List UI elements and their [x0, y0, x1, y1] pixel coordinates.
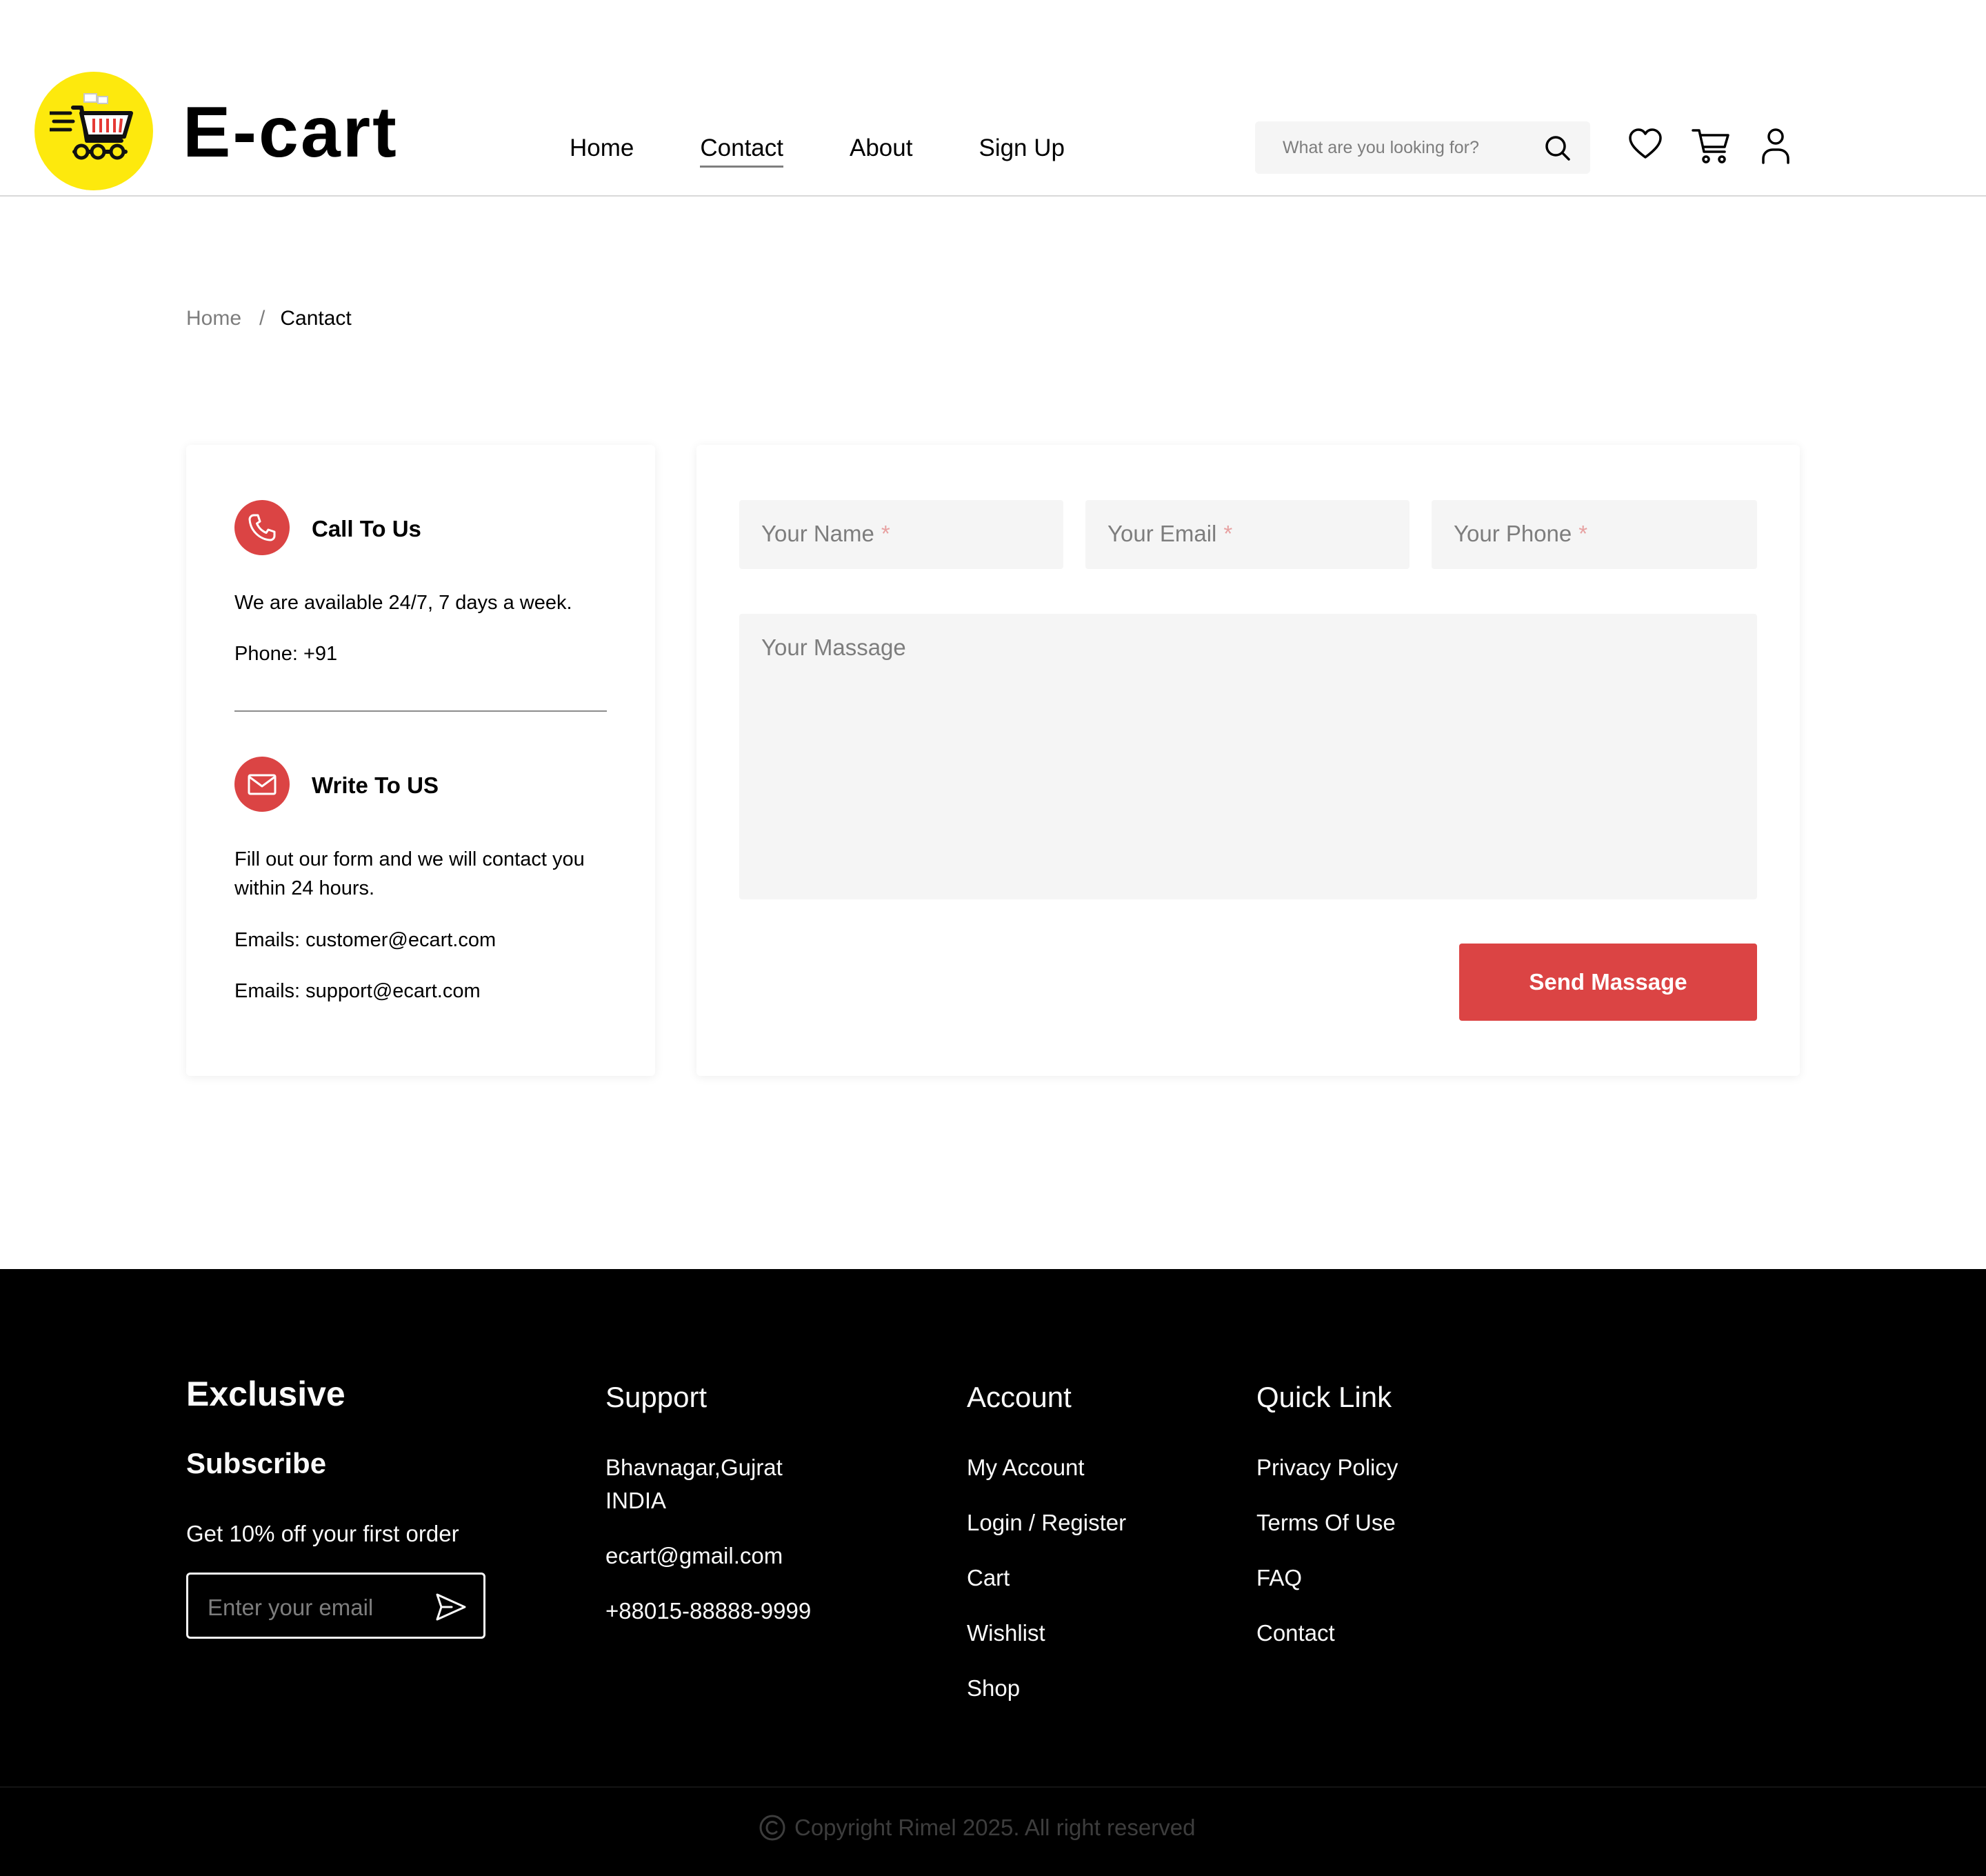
subscribe-box [186, 1573, 485, 1639]
footer-link-shop[interactable]: Shop [967, 1672, 1020, 1705]
subscribe-text: Get 10% off your first order [186, 1521, 459, 1546]
support-address-line1: Bhavnagar,Gujrat [605, 1455, 783, 1480]
footer-link-my-account[interactable]: My Account [967, 1451, 1085, 1484]
copyright-text: Copyright Rimel 2025. All right reserved [794, 1815, 1196, 1840]
name-field[interactable]: Your Name * [739, 500, 1063, 569]
site-footer: Exclusive Subscribe Get 10% off your fir… [0, 1269, 1986, 1876]
info-divider [234, 710, 607, 712]
footer-brand[interactable]: Exclusive [186, 1374, 345, 1414]
send-icon[interactable] [435, 1593, 467, 1621]
copyright: Copyright Rimel 2025. All right reserved [759, 1814, 1195, 1842]
footer-link-terms-of-use[interactable]: Terms Of Use [1256, 1506, 1396, 1539]
email-field[interactable]: Your Email * [1085, 500, 1410, 569]
support-email: Emails: support@ecart.com [234, 980, 481, 1002]
name-placeholder: Your Name * [761, 521, 890, 546]
logo[interactable] [34, 72, 153, 190]
support-title: Support [605, 1381, 708, 1413]
search-bar [1255, 121, 1590, 174]
shopping-cart-logo-icon [50, 93, 133, 160]
phone-icon [248, 514, 276, 541]
footer-link-cart[interactable]: Cart [967, 1561, 1010, 1595]
subscribe-title: Subscribe [186, 1447, 327, 1479]
message-placeholder: Your Massage [761, 635, 906, 660]
support-address-line2: INDIA [605, 1488, 667, 1513]
footer-link-privacy-policy[interactable]: Privacy Policy [1256, 1451, 1398, 1484]
footer-link-faq[interactable]: FAQ [1256, 1561, 1302, 1595]
breadcrumb-current: Cantact [280, 307, 352, 330]
nav-sign-up[interactable]: Sign Up [979, 131, 1065, 168]
site-header: E-cart Home Contact About Sign Up [0, 0, 1986, 197]
call-availability-text: We are available 24/7, 7 days a week. [234, 592, 572, 614]
footer-link-contact[interactable]: Contact [1256, 1617, 1335, 1650]
user-icon[interactable] [1760, 127, 1792, 166]
phone-icon-badge [234, 500, 290, 555]
copyright-icon [759, 1815, 785, 1841]
breadcrumb: Home / Cantact [186, 307, 352, 330]
breadcrumb-separator: / [259, 307, 265, 330]
phone-field[interactable]: Your Phone * [1432, 500, 1757, 569]
footer-link-wishlist[interactable]: Wishlist [967, 1617, 1045, 1650]
footer-link-login-register[interactable]: Login / Register [967, 1506, 1126, 1539]
brand-name[interactable]: E-cart [183, 97, 399, 168]
nav-home[interactable]: Home [570, 131, 634, 168]
contact-form-card: Your Name * Your Email * Your Phone * Your … [696, 445, 1800, 1076]
customer-email: Emails: customer@ecart.com [234, 929, 496, 951]
call-phone: Phone: +91 [234, 643, 338, 665]
quick-link-title: Quick Link [1256, 1381, 1392, 1413]
phone-placeholder: Your Phone * [1454, 521, 1588, 546]
cart-icon[interactable] [1691, 127, 1731, 166]
search-icon[interactable] [1543, 134, 1572, 163]
mail-icon-badge [234, 757, 290, 812]
email-placeholder: Your Email * [1107, 521, 1233, 546]
subscribe-email-input[interactable] [208, 1593, 414, 1623]
account-title: Account [967, 1381, 1072, 1413]
write-text: Fill out our form and we will contact yo… [234, 848, 585, 899]
contact-info-card: Call To Us We are available 24/7, 7 days… [186, 445, 655, 1076]
search-input[interactable] [1283, 135, 1531, 160]
send-message-button[interactable]: Send Massage [1459, 944, 1757, 1021]
footer-divider [0, 1786, 1986, 1788]
mail-icon [248, 774, 277, 795]
support-email[interactable]: ecart@gmail.com [605, 1539, 783, 1573]
write-title: Write To US [312, 772, 439, 798]
heart-icon[interactable] [1627, 127, 1663, 163]
breadcrumb-home[interactable]: Home [186, 307, 241, 330]
nav-contact[interactable]: Contact [700, 131, 783, 168]
main-nav: Home Contact About Sign Up [570, 131, 1131, 168]
support-phone[interactable]: +88015-88888-9999 [605, 1595, 811, 1628]
call-title: Call To Us [312, 516, 421, 541]
message-textarea[interactable]: Your Massage [739, 614, 1757, 899]
nav-about[interactable]: About [850, 131, 912, 168]
